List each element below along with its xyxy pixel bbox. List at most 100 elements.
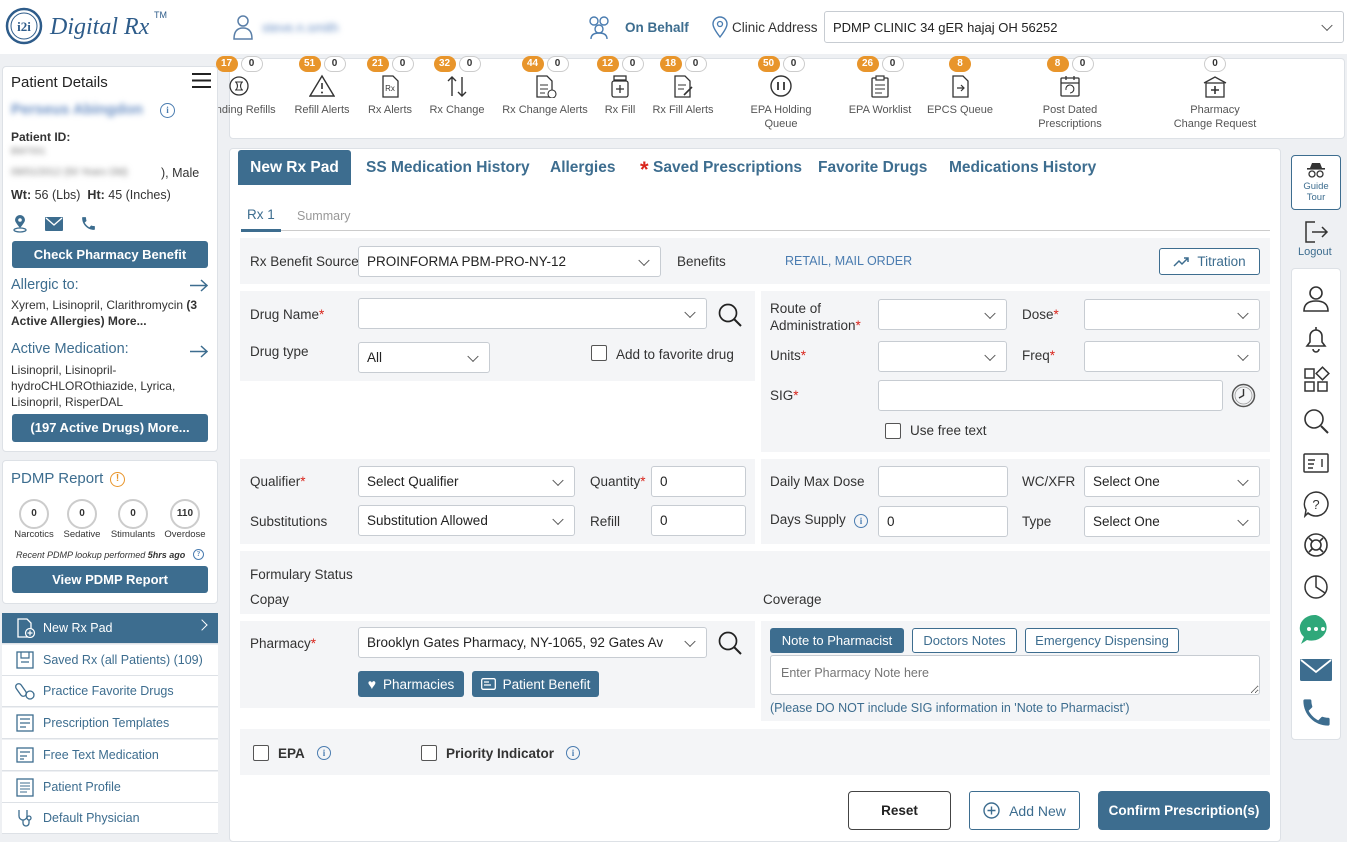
bell-icon[interactable] [1300, 323, 1332, 355]
emergency-dispensing-tab[interactable]: Emergency Dispensing [1025, 628, 1179, 653]
queue-item[interactable]: 50 0 EPA Holding Queue [736, 56, 826, 131]
user-profile-icon[interactable] [1300, 282, 1332, 314]
queue-item[interactable]: 8 EPCS Queue [915, 56, 1005, 117]
search-icon[interactable] [716, 301, 744, 329]
note-to-pharmacist-tab[interactable]: Note to Pharmacist [770, 628, 904, 653]
id-card-icon[interactable] [1300, 447, 1332, 479]
logo[interactable]: i2i Digital Rx TM [4, 6, 174, 48]
location-pin-icon [712, 16, 728, 38]
menu-item[interactable]: Practice Favorite Drugs [2, 676, 218, 708]
days-supply-input[interactable]: 0 [878, 506, 1008, 537]
tab-ss-medication-history[interactable]: SS Medication History [366, 150, 530, 185]
menu-item[interactable]: Default Physician [2, 803, 218, 835]
days-supply-info-icon[interactable]: i [854, 514, 868, 528]
substitutions-select[interactable]: Substitution Allowed [358, 505, 575, 536]
queue-item[interactable]: 0 Pharmacy Change Request [1170, 56, 1260, 131]
pharmacy-select[interactable]: Brooklyn Gates Pharmacy, NY-1065, 92 Gat… [358, 627, 707, 658]
units-select[interactable] [878, 341, 1007, 372]
menu-item[interactable]: Patient Profile [2, 771, 218, 803]
user-name[interactable]: steve.n.smith [262, 20, 339, 35]
refill-input[interactable]: 0 [651, 505, 746, 536]
subtab-summary[interactable]: Summary [297, 209, 350, 223]
arrow-right-icon[interactable] [190, 345, 208, 358]
guide-tour-button[interactable]: Guide Tour [1291, 155, 1341, 210]
subtab-rx1[interactable]: Rx 1 [247, 207, 275, 222]
on-behalf-link[interactable]: On Behalf [625, 20, 689, 35]
hamburger-menu-icon[interactable] [192, 73, 211, 88]
queue-extra-badge: 0 [458, 56, 481, 72]
queue-item[interactable]: 8 0 Post Dated Prescriptions [1025, 56, 1115, 131]
chat-icon[interactable] [1298, 612, 1334, 648]
menu-item[interactable]: New Rx Pad [2, 613, 218, 644]
search-icon[interactable] [716, 629, 744, 657]
calendar-refresh-icon [1060, 76, 1080, 97]
sig-input[interactable] [878, 380, 1223, 411]
priority-info-icon[interactable]: i [566, 746, 580, 760]
add-favorite-checkbox[interactable] [591, 345, 607, 361]
map-pin-icon[interactable] [12, 215, 28, 233]
logout-icon[interactable] [1303, 220, 1329, 244]
epa-checkbox[interactable] [253, 745, 269, 761]
dashboard-grid-icon[interactable] [1300, 364, 1332, 396]
quantity-input[interactable]: 0 [651, 466, 746, 497]
titration-button[interactable]: Titration [1159, 248, 1260, 275]
daily-max-dose-input[interactable] [878, 466, 1008, 497]
menu-item[interactable]: Free Text Medication [2, 739, 218, 771]
qualifier-select[interactable]: Select Qualifier [358, 466, 575, 497]
dose-select[interactable] [1084, 299, 1260, 330]
phone-icon[interactable] [1299, 695, 1334, 730]
type-select[interactable]: Select One [1084, 506, 1260, 537]
queue-item[interactable]: 18 0 Rx Fill Alerts [638, 56, 728, 117]
doctors-notes-tab[interactable]: Doctors Notes [912, 628, 1017, 653]
pdmp-title[interactable]: PDMP Report [11, 470, 103, 487]
help-icon[interactable]: ? [193, 549, 204, 560]
arrow-right-icon[interactable] [190, 279, 208, 292]
mail-icon[interactable] [1299, 656, 1333, 684]
tab-saved-prescriptions[interactable]: Saved Prescriptions [653, 150, 802, 185]
phone-icon[interactable] [80, 215, 97, 232]
pharmacies-button[interactable]: ♥ Pharmacies [358, 671, 464, 697]
add-new-button[interactable]: Add New [969, 791, 1080, 830]
active-drugs-more-button[interactable]: (197 Active Drugs) More... [12, 414, 208, 442]
reset-button[interactable]: Reset [848, 791, 951, 830]
freq-label: Freq* [1022, 348, 1056, 363]
view-pdmp-report-button[interactable]: View PDMP Report [12, 566, 208, 593]
drug-name-select[interactable] [358, 298, 707, 329]
drug-name-label: Drug Name* [250, 307, 325, 322]
lifebuoy-icon[interactable] [1300, 529, 1332, 561]
drug-type-select[interactable]: All [358, 342, 490, 373]
menu-item[interactable]: Saved Rx (all Patients) (109) [2, 644, 218, 676]
email-icon[interactable] [45, 217, 63, 231]
patient-name[interactable]: Perseus Abingdon [11, 101, 143, 118]
search-icon[interactable] [1300, 405, 1332, 437]
queue-item[interactable]: 26 0 EPA Worklist [835, 56, 925, 117]
freq-select[interactable] [1084, 341, 1260, 372]
clock-icon[interactable] [1231, 383, 1256, 408]
patient-info-icon[interactable]: i [160, 103, 175, 118]
confirm-prescriptions-button[interactable]: Confirm Prescription(s) [1098, 791, 1270, 830]
pie-chart-icon[interactable] [1300, 571, 1332, 603]
tab-favorite-drugs[interactable]: Favorite Drugs [818, 150, 927, 185]
wc-xfr-select[interactable]: Select One [1084, 466, 1260, 497]
help-circle-icon[interactable]: ? [1300, 488, 1332, 520]
allergy-names: Xyrem, Lisinopril, Clarithromycin [11, 298, 184, 312]
patient-benefit-button[interactable]: Patient Benefit [472, 671, 599, 697]
free-text-checkbox[interactable] [885, 423, 901, 439]
route-select[interactable] [878, 299, 1007, 330]
queue-extra-badge: 0 [881, 56, 904, 72]
logout-label[interactable]: Logout [1298, 246, 1332, 258]
allergic-to-title[interactable]: Allergic to: [11, 277, 79, 293]
epa-info-icon[interactable]: i [317, 746, 331, 760]
priority-indicator-checkbox[interactable] [421, 745, 437, 761]
check-pharmacy-benefit-button[interactable]: Check Pharmacy Benefit [12, 241, 208, 268]
tab-new-rx-pad-label: New Rx Pad [250, 159, 339, 176]
pills-icon [15, 683, 35, 701]
pharmacy-note-textarea[interactable] [770, 655, 1260, 695]
tab-allergies[interactable]: Allergies [550, 150, 615, 185]
benefit-source-select[interactable]: PROINFORMA PBM-PRO-NY-12 [358, 246, 661, 277]
menu-item[interactable]: Prescription Templates [2, 708, 218, 740]
active-medication-title[interactable]: Active Medication: [11, 341, 129, 357]
queue-item[interactable]: 32 0 Rx Change [412, 56, 502, 117]
tab-medications-history[interactable]: Medications History [949, 150, 1096, 185]
clinic-address-select[interactable]: PDMP CLINIC 34 gER hajaj OH 56252 [824, 11, 1344, 43]
